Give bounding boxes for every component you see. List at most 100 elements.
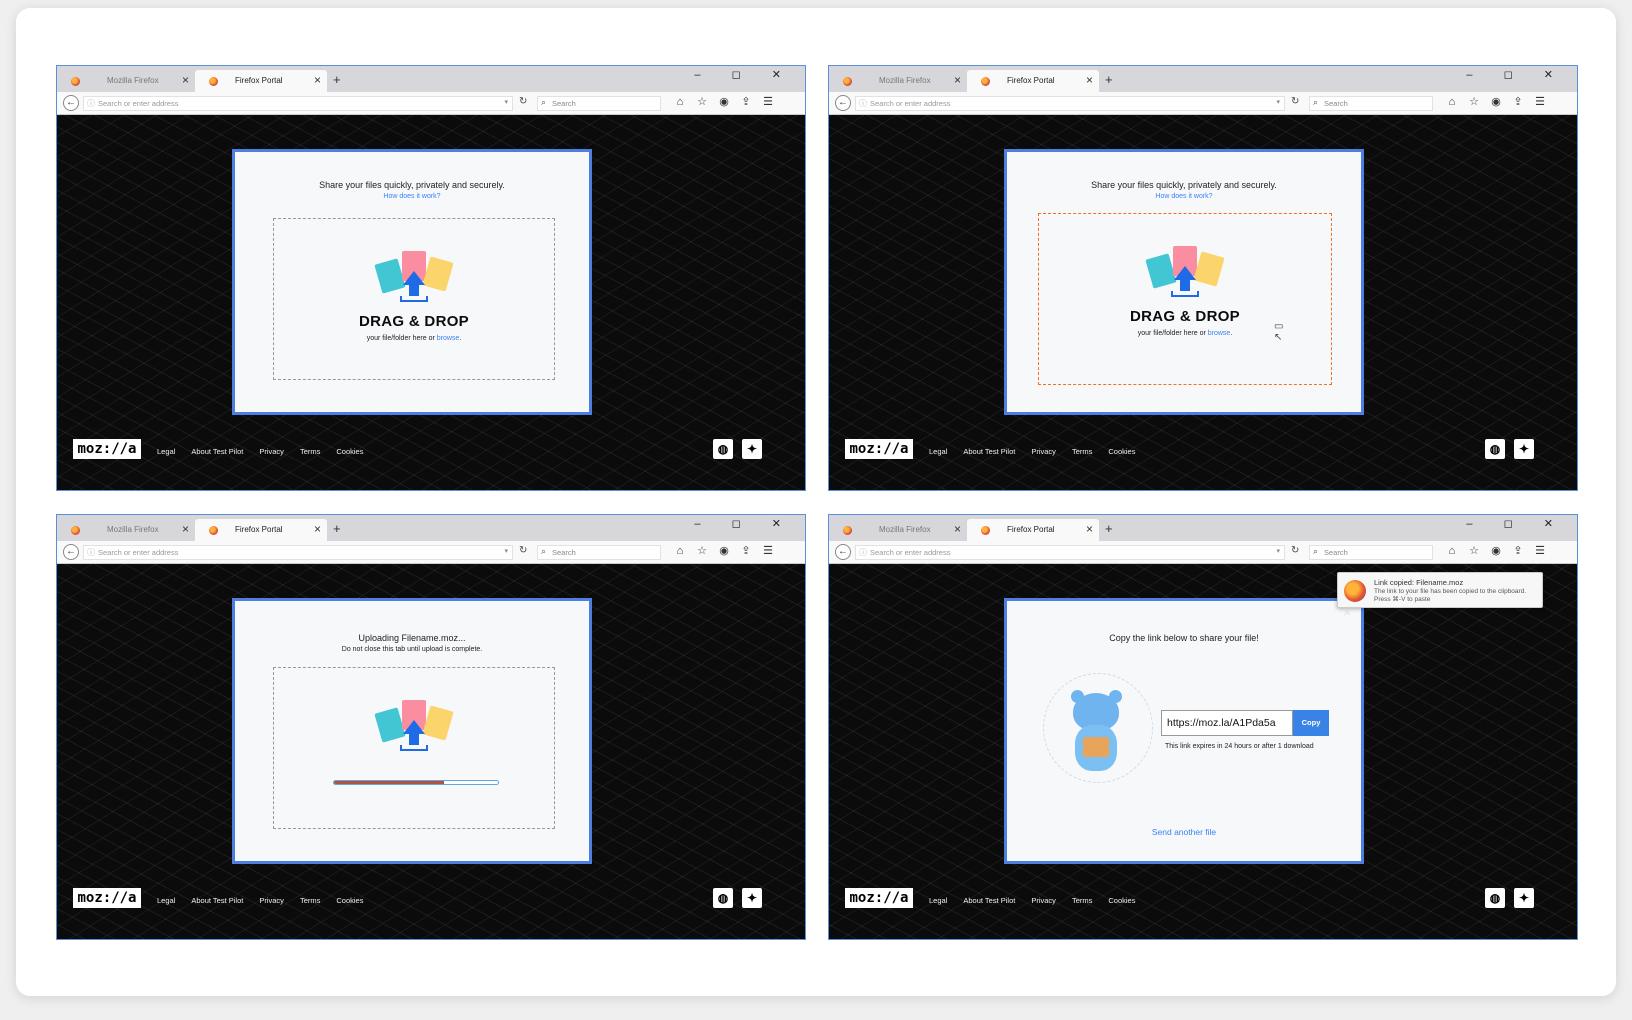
tab-mozilla-firefox[interactable]: Mozilla Firefox × xyxy=(829,519,967,541)
tab-mozilla-firefox[interactable]: Mozilla Firefox × xyxy=(57,519,195,541)
footer-link-terms[interactable]: Terms xyxy=(300,896,320,905)
close-tab-icon[interactable]: × xyxy=(314,73,321,87)
close-notification-icon[interactable]: ✕ xyxy=(1343,608,1351,619)
back-button[interactable]: ← xyxy=(835,95,851,111)
twitter-icon[interactable]: ✦ xyxy=(742,888,762,908)
mozilla-logo[interactable]: moz://a xyxy=(845,439,913,459)
footer-link-terms[interactable]: Terms xyxy=(1072,447,1092,456)
close-tab-icon[interactable]: × xyxy=(182,73,189,87)
back-button[interactable]: ← xyxy=(63,544,79,560)
search-input[interactable]: ⌕ Search xyxy=(1309,545,1433,560)
home-icon[interactable]: ⌂ xyxy=(1441,545,1463,557)
dropdown-icon[interactable]: ▾ xyxy=(504,547,508,555)
menu-icon[interactable]: ☰ xyxy=(1529,544,1551,557)
twitter-icon[interactable]: ✦ xyxy=(742,439,762,459)
close-tab-icon[interactable]: × xyxy=(314,522,321,536)
mozilla-logo[interactable]: moz://a xyxy=(845,888,913,908)
how-it-works-link[interactable]: How does it work? xyxy=(235,193,589,200)
tab-firefox-portal[interactable]: Firefox Portal × xyxy=(967,519,1099,541)
footer-link-privacy[interactable]: Privacy xyxy=(1031,447,1056,456)
tab-firefox-portal[interactable]: Firefox Portal × xyxy=(195,70,327,92)
send-another-link[interactable]: Send another file xyxy=(1007,827,1361,837)
reload-icon[interactable]: ↻ xyxy=(1291,96,1299,107)
browse-link[interactable]: browse xyxy=(1208,330,1231,337)
home-icon[interactable]: ⌂ xyxy=(1441,96,1463,108)
back-button[interactable]: ← xyxy=(63,95,79,111)
window-controls[interactable]: – ◻ ✕ xyxy=(1466,517,1567,530)
window-controls[interactable]: – ◻ ✕ xyxy=(1466,68,1567,81)
tab-firefox-portal[interactable]: Firefox Portal × xyxy=(967,70,1099,92)
drop-zone[interactable]: DRAG & DROP your file/folder here or bro… xyxy=(273,218,555,380)
github-icon[interactable]: ◍ xyxy=(713,439,733,459)
share-link-field[interactable]: https://moz.la/A1Pda5a xyxy=(1161,710,1293,736)
footer-link-cookies[interactable]: Cookies xyxy=(1108,447,1135,456)
share-icon[interactable]: ⇪ xyxy=(735,544,757,557)
how-it-works-link[interactable]: How does it work? xyxy=(1007,193,1361,200)
drop-zone-active[interactable]: DRAG & DROP your file/folder here or bro… xyxy=(1038,213,1332,385)
footer-link-about[interactable]: About Test Pilot xyxy=(963,896,1015,905)
url-bar[interactable]: ⓘ Search or enter address ▾ xyxy=(83,545,513,560)
bookmark-star-icon[interactable]: ☆ xyxy=(1463,544,1485,557)
bookmark-star-icon[interactable]: ☆ xyxy=(1463,95,1485,108)
footer-link-legal[interactable]: Legal xyxy=(157,447,175,456)
search-input[interactable]: ⌕ Search xyxy=(537,545,661,560)
new-tab-button[interactable]: + xyxy=(1105,521,1113,536)
reload-icon[interactable]: ↻ xyxy=(519,96,527,107)
tab-mozilla-firefox[interactable]: Mozilla Firefox × xyxy=(829,70,967,92)
footer-link-terms[interactable]: Terms xyxy=(1072,896,1092,905)
reload-icon[interactable]: ↻ xyxy=(519,545,527,556)
pocket-icon[interactable]: ◉ xyxy=(1485,544,1507,557)
mozilla-logo[interactable]: moz://a xyxy=(73,888,141,908)
footer-link-privacy[interactable]: Privacy xyxy=(259,896,284,905)
url-bar[interactable]: ⓘ Search or enter address ▾ xyxy=(83,96,513,111)
close-tab-icon[interactable]: × xyxy=(1086,73,1093,87)
new-tab-button[interactable]: + xyxy=(333,521,341,536)
url-bar[interactable]: ⓘ Search or enter address ▾ xyxy=(855,96,1285,111)
home-icon[interactable]: ⌂ xyxy=(669,96,691,108)
back-button[interactable]: ← xyxy=(835,544,851,560)
footer-link-about[interactable]: About Test Pilot xyxy=(963,447,1015,456)
close-tab-icon[interactable]: × xyxy=(182,522,189,536)
dropdown-icon[interactable]: ▾ xyxy=(1276,98,1280,106)
share-icon[interactable]: ⇪ xyxy=(1507,95,1529,108)
pocket-icon[interactable]: ◉ xyxy=(713,544,735,557)
share-icon[interactable]: ⇪ xyxy=(1507,544,1529,557)
footer-link-about[interactable]: About Test Pilot xyxy=(191,896,243,905)
pocket-icon[interactable]: ◉ xyxy=(1485,95,1507,108)
footer-link-legal[interactable]: Legal xyxy=(929,447,947,456)
window-controls[interactable]: – ◻ ✕ xyxy=(694,517,795,530)
tab-mozilla-firefox[interactable]: Mozilla Firefox × xyxy=(57,70,195,92)
footer-link-privacy[interactable]: Privacy xyxy=(1031,896,1056,905)
menu-icon[interactable]: ☰ xyxy=(757,544,779,557)
footer-link-cookies[interactable]: Cookies xyxy=(336,447,363,456)
footer-link-cookies[interactable]: Cookies xyxy=(1108,896,1135,905)
share-icon[interactable]: ⇪ xyxy=(735,95,757,108)
bookmark-star-icon[interactable]: ☆ xyxy=(691,544,713,557)
footer-link-privacy[interactable]: Privacy xyxy=(259,447,284,456)
bookmark-star-icon[interactable]: ☆ xyxy=(691,95,713,108)
browse-link[interactable]: browse xyxy=(437,335,460,342)
close-tab-icon[interactable]: × xyxy=(1086,522,1093,536)
close-tab-icon[interactable]: × xyxy=(954,73,961,87)
twitter-icon[interactable]: ✦ xyxy=(1514,439,1534,459)
dropdown-icon[interactable]: ▾ xyxy=(1276,547,1280,555)
menu-icon[interactable]: ☰ xyxy=(757,95,779,108)
new-tab-button[interactable]: + xyxy=(1105,72,1113,87)
url-bar[interactable]: ⓘ Search or enter address ▾ xyxy=(855,545,1285,560)
window-controls[interactable]: – ◻ ✕ xyxy=(694,68,795,81)
new-tab-button[interactable]: + xyxy=(333,72,341,87)
footer-link-about[interactable]: About Test Pilot xyxy=(191,447,243,456)
github-icon[interactable]: ◍ xyxy=(713,888,733,908)
twitter-icon[interactable]: ✦ xyxy=(1514,888,1534,908)
github-icon[interactable]: ◍ xyxy=(1485,439,1505,459)
mozilla-logo[interactable]: moz://a xyxy=(73,439,141,459)
close-tab-icon[interactable]: × xyxy=(954,522,961,536)
footer-link-legal[interactable]: Legal xyxy=(157,896,175,905)
menu-icon[interactable]: ☰ xyxy=(1529,95,1551,108)
home-icon[interactable]: ⌂ xyxy=(669,545,691,557)
footer-link-cookies[interactable]: Cookies xyxy=(336,896,363,905)
tab-firefox-portal[interactable]: Firefox Portal × xyxy=(195,519,327,541)
footer-link-legal[interactable]: Legal xyxy=(929,896,947,905)
github-icon[interactable]: ◍ xyxy=(1485,888,1505,908)
copy-button[interactable]: Copy xyxy=(1293,710,1329,736)
